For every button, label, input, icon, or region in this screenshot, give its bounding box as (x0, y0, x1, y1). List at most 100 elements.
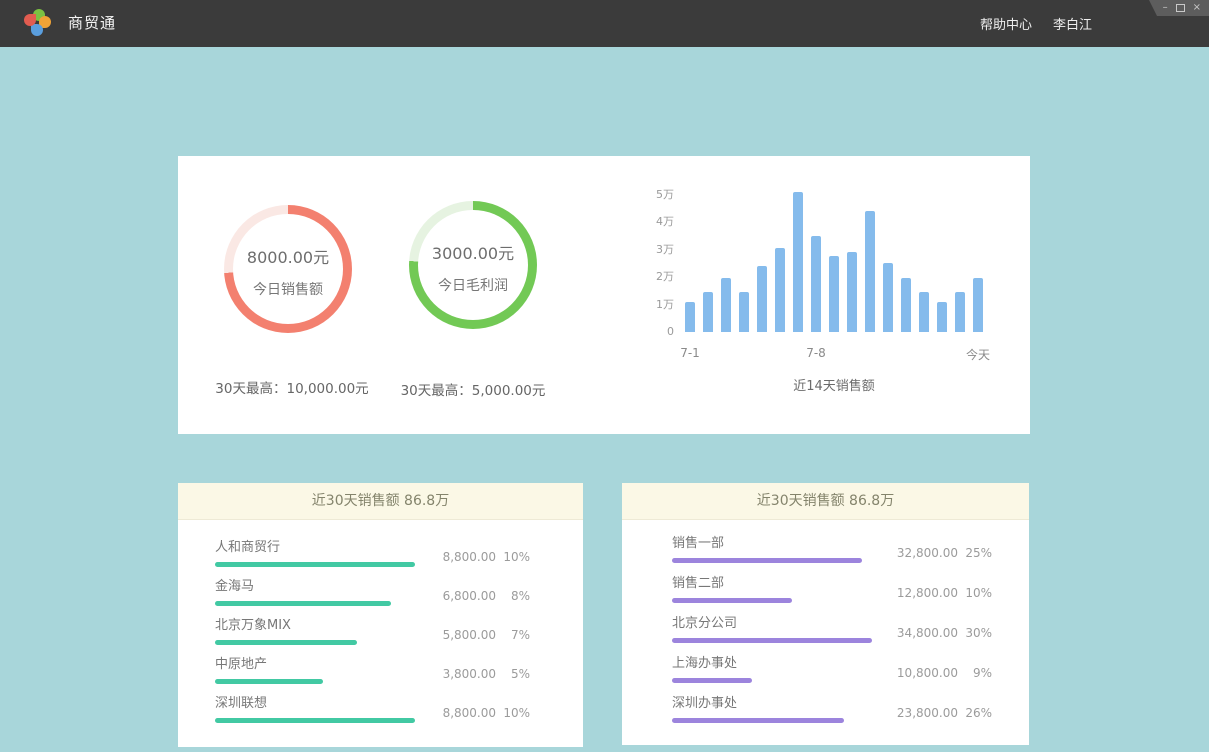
progress-bar (672, 598, 872, 603)
sales-bar (937, 302, 947, 332)
overview-card: 8000.00元 今日销售额 30天最高：10,000.00元 3000.00元… (178, 156, 1030, 434)
y-tick-label: 3万 (618, 242, 674, 258)
progress-bar (215, 640, 415, 645)
progress-bar-fill (215, 562, 415, 567)
amount-value: 3,800.00 (430, 667, 496, 681)
list-item: 深圳办事处23,800.0026% (672, 696, 992, 723)
sales-bar (865, 211, 875, 332)
sales-bar (973, 278, 983, 332)
progress-bar-fill (672, 718, 844, 723)
amount-value: 5,800.00 (430, 628, 496, 642)
logo-petal-blue (31, 24, 43, 36)
amount-value: 10,800.00 (892, 666, 958, 680)
sales-bar (793, 192, 803, 332)
progress-bar (215, 718, 415, 723)
amount-value: 8,800.00 (430, 550, 496, 564)
sales-bar (721, 278, 731, 332)
progress-bar (672, 678, 872, 683)
minimize-button-icon[interactable]: – (1163, 3, 1168, 13)
today-profit-gauge: 3000.00元 今日毛利润 (409, 201, 537, 329)
sales-bar-plot (685, 182, 983, 332)
y-tick-label: 0 (618, 324, 674, 340)
sales-bar (811, 236, 821, 332)
item-values: 8,800.0010% (430, 706, 530, 720)
sales-bar (847, 252, 857, 332)
departments-rows: 销售一部32,800.0025% 销售二部12,800.0010% 北京分公司34,… (622, 520, 1029, 723)
top-links: 帮助中心 李白江 (980, 0, 1092, 47)
percent-value: 26% (958, 706, 992, 720)
item-values: 8,800.0010% (430, 550, 530, 564)
item-values: 10,800.009% (892, 666, 992, 680)
item-values: 23,800.0026% (892, 706, 992, 720)
progress-bar-fill (672, 678, 752, 683)
amount-value: 6,800.00 (430, 589, 496, 603)
amount-value: 12,800.00 (892, 586, 958, 600)
titlebar: 商贸通 帮助中心 李白江 – × (0, 0, 1209, 47)
progress-bar (672, 638, 872, 643)
list-item: 中原地产3,800.005% (215, 657, 530, 684)
progress-bar-fill (215, 640, 357, 645)
item-values: 12,800.0010% (892, 586, 992, 600)
amount-value: 34,800.00 (892, 626, 958, 640)
sales-14day-chart: 5万4万3万2万1万0 今天7-87-1 近14天销售额 (618, 156, 1018, 434)
y-tick-label: 2万 (618, 269, 674, 285)
chart-title: 近14天销售额 (685, 375, 983, 394)
progress-bar (672, 718, 872, 723)
window-controls: – × (1149, 0, 1209, 16)
percent-value: 10% (496, 550, 530, 564)
amount-value: 8,800.00 (430, 706, 496, 720)
close-button-icon[interactable]: × (1193, 3, 1201, 13)
list-item: 上海办事处10,800.009% (672, 656, 992, 683)
y-tick-label: 1万 (618, 297, 674, 313)
sales-bar (901, 278, 911, 332)
user-menu-link[interactable]: 李白江 (1053, 14, 1092, 33)
percent-value: 8% (496, 589, 530, 603)
y-tick-label: 5万 (618, 187, 674, 203)
percent-value: 5% (496, 667, 530, 681)
list-item: 北京万象MIX5,800.007% (215, 618, 530, 645)
item-values: 6,800.008% (430, 589, 530, 603)
help-center-link[interactable]: 帮助中心 (980, 14, 1032, 33)
list-item: 销售二部12,800.0010% (672, 576, 992, 603)
item-values: 34,800.0030% (892, 626, 992, 640)
list-item: 深圳联想8,800.0010% (215, 696, 530, 723)
y-tick-label: 4万 (618, 214, 674, 230)
percent-value: 10% (496, 706, 530, 720)
percent-value: 9% (958, 666, 992, 680)
list-item: 销售一部32,800.0025% (672, 536, 992, 563)
progress-bar (215, 601, 415, 606)
list-item: 金海马6,800.008% (215, 579, 530, 606)
customers-rank-card: 近30天销售额 86.8万 人和商贸行8,800.0010%金海马6,800.0… (178, 483, 583, 747)
x-tick-label: 今天 (948, 346, 1008, 363)
progress-bar (215, 562, 415, 567)
sales-bar (739, 292, 749, 332)
maximize-button-icon[interactable] (1176, 4, 1185, 12)
customers-rows: 人和商贸行8,800.0010%金海马6,800.008%北京万象MIX5,80… (178, 520, 583, 723)
today-profit-value: 3000.00元 (409, 240, 537, 264)
progress-bar-fill (215, 718, 415, 723)
today-sales-gauge: 8000.00元 今日销售额 (224, 205, 352, 333)
progress-bar (215, 679, 415, 684)
sales-bar (757, 266, 767, 332)
today-sales-label: 今日销售额 (224, 279, 352, 299)
today-sales-value: 8000.00元 (224, 244, 352, 268)
list-item: 北京分公司34,800.0030% (672, 616, 992, 643)
sales-bar (775, 248, 785, 332)
progress-bar-fill (672, 598, 792, 603)
departments-rank-card: 近30天销售额 86.8万 销售一部32,800.0025%销售二部12,800… (622, 483, 1029, 745)
logo-petal-red (24, 14, 36, 26)
sales-bar (685, 302, 695, 332)
item-values: 3,800.005% (430, 667, 530, 681)
dashboard-canvas: 8000.00元 今日销售额 30天最高：10,000.00元 3000.00元… (0, 47, 1209, 752)
sales-bar (955, 292, 965, 332)
sales-bar (919, 292, 929, 332)
sales-bar (883, 263, 893, 332)
x-tick-label: 7-1 (660, 346, 720, 360)
item-values: 32,800.0025% (892, 546, 992, 560)
progress-bar-fill (215, 679, 323, 684)
progress-bar-fill (672, 638, 872, 643)
sales-bar (703, 292, 713, 332)
app-title: 商贸通 (68, 12, 116, 33)
today-profit-ring (409, 201, 537, 329)
progress-bar-fill (672, 558, 862, 563)
